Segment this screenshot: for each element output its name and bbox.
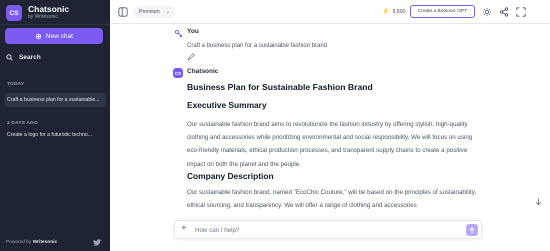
plus-icon[interactable]: + [181,223,187,234]
tier-label: Premium [139,9,160,15]
app-name: Chatsonic [28,4,70,14]
section-heading: Executive Summary [187,100,267,110]
credits-value: 9,800 [392,8,406,15]
tier-selector[interactable]: Premium ⌄ [133,6,176,18]
powered-by: Powered by Writesonic [6,240,57,245]
credits-display: ⚡ 9,800 [382,8,406,16]
arrow-up-icon [469,227,475,233]
sidebar-divider [0,24,110,25]
history-section-label: TODAY [7,82,25,87]
plus-icon: ⊕ [35,31,42,41]
message-input[interactable] [195,224,445,236]
section-body: Our sustainable fashion brand aims to re… [187,121,473,168]
history-item[interactable]: Craft a business plan for a sustainable.… [4,93,106,107]
arrow-down-icon [535,198,541,206]
user-message: Craft a business plan for a sustainable … [187,43,328,49]
brand-logo: CS [6,5,22,21]
scroll-down-button[interactable] [533,197,543,207]
sidebar-toggle-icon[interactable] [118,7,128,17]
message-composer: + [174,220,482,239]
user-name: You [187,28,199,35]
user-icon [174,29,182,37]
search-button[interactable]: Search [6,54,41,61]
history-section-label: 2 DAYS AGO [7,121,38,126]
search-label: Search [19,54,41,61]
response-title: Business Plan for Sustainable Fashion Br… [187,82,373,92]
share-icon[interactable] [499,7,509,17]
edit-icon[interactable] [187,53,195,61]
powered-brand: Writesonic [32,240,58,245]
bot-name: Chatsonic [187,68,219,75]
bolt-icon: ⚡ [382,9,390,15]
bot-avatar: CS [173,68,183,78]
section-body: Our sustainable fashion brand, named "Ec… [187,189,477,210]
gear-icon[interactable] [482,7,492,17]
twitter-icon[interactable] [93,239,101,246]
new-chat-label: New chat [45,32,73,40]
create-botsonic-button[interactable]: Create a Botsonic GPT [410,5,475,18]
powered-prefix: Powered by [6,240,32,245]
app-subtitle: by Writesonic [28,14,58,20]
brand[interactable]: CS Chatsonic by Writesonic [6,5,69,21]
chat-area: You Craft a business plan for a sustaina… [110,24,542,251]
expand-icon[interactable] [516,7,526,17]
section-heading: Company Description [187,171,274,181]
top-bar: Premium ⌄ ⚡ 9,800 Create a Botsonic GPT [110,0,550,24]
new-chat-button[interactable]: ⊕ New chat [5,28,103,44]
chevron-down-icon: ⌄ [165,9,170,15]
search-icon [6,54,13,61]
history-item[interactable]: Create a logo for a futuristic techno... [4,132,106,138]
send-button[interactable] [466,224,478,236]
sidebar: CS Chatsonic by Writesonic ⊕ New chat Se… [0,0,110,251]
